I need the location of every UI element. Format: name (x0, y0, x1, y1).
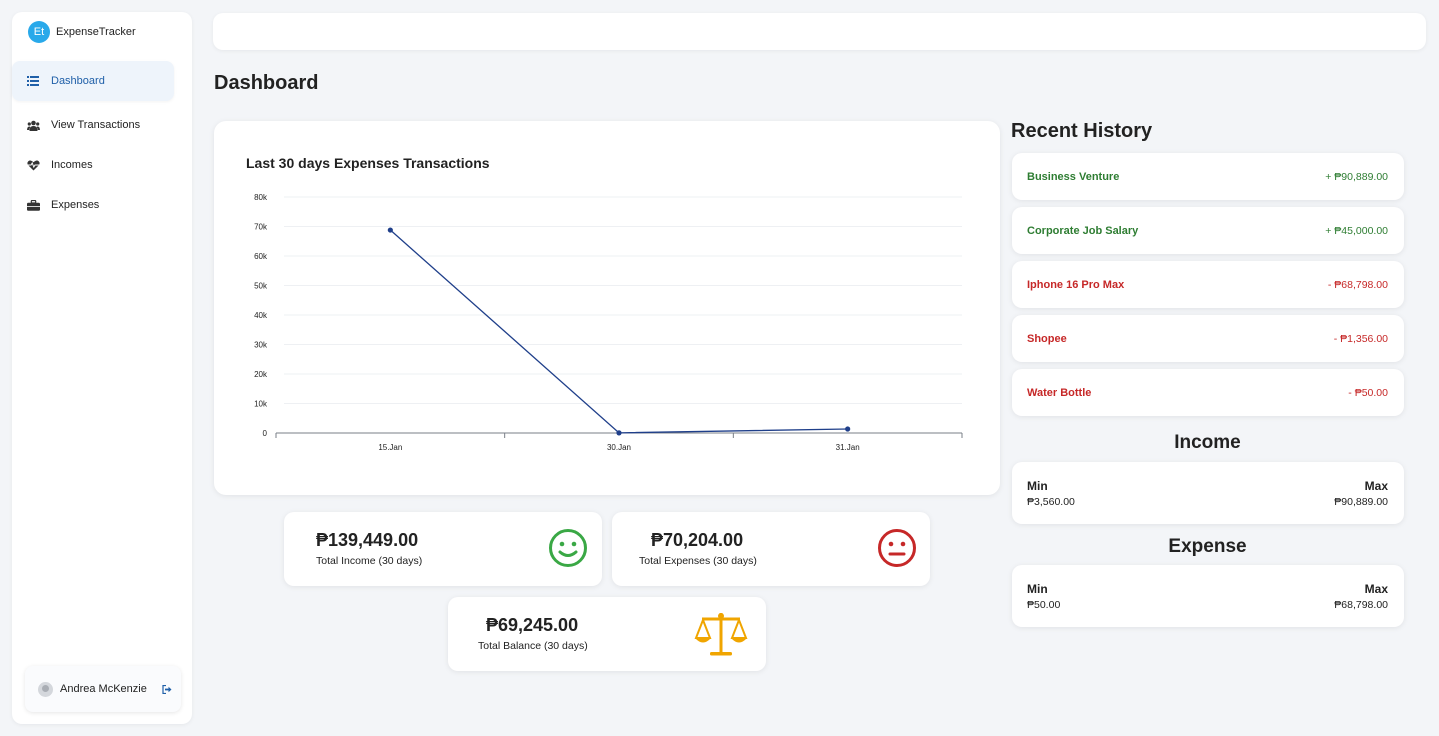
sidebar-item-label: Expenses (51, 199, 100, 211)
expense-min-value: ₱50.00 (1027, 599, 1061, 611)
top-bar (213, 13, 1426, 50)
history-item[interactable]: Business Venture + ₱90,889.00 (1012, 153, 1404, 200)
y-tick-label: 30k (254, 341, 268, 350)
series-line (389, 229, 848, 434)
y-tick-label: 20k (254, 370, 268, 379)
history-item-amount: - ₱1,356.00 (1333, 332, 1388, 345)
history-item-name: Shopee (1027, 332, 1067, 345)
total-expenses-label: Total Expenses (30 days) (639, 555, 757, 567)
sidebar-item-dashboard[interactable]: Dashboard (12, 61, 174, 101)
y-tick-label: 10k (254, 400, 268, 409)
history-item[interactable]: Water Bottle - ₱50.00 (1012, 369, 1404, 416)
history-item-amount: - ₱68,798.00 (1327, 278, 1388, 291)
brand-logo: Et (28, 21, 50, 43)
y-tick-label: 60k (254, 252, 268, 261)
history-item-amount: - ₱50.00 (1348, 386, 1388, 399)
sidebar-nav: Dashboard View Transactions Incomes Expe… (12, 60, 174, 225)
y-tick-label: 50k (254, 282, 268, 291)
users-icon (26, 118, 40, 132)
expense-range-card: Min ₱50.00 Max ₱68,798.00 (1012, 565, 1404, 627)
expenses-line-chart: 0 10k 20k 30k 40k 50k 60k 70k 80k 15.Jan 30.Jan 31.… (254, 193, 963, 452)
neutral-face-icon (877, 528, 917, 573)
expenses-chart-card: Last 30 days Expenses Transactions 0 10k 2… (214, 121, 1000, 495)
income-max-label: Max (1364, 479, 1388, 493)
history-item-amount: + ₱45,000.00 (1325, 224, 1388, 237)
income-range-title: Income (1174, 432, 1241, 453)
expense-max-label: Max (1364, 582, 1388, 596)
history-item-name: Iphone 16 Pro Max (1027, 278, 1125, 291)
total-income-value: ₱139,449.00 (316, 530, 419, 550)
recent-history-title: Recent History (1011, 120, 1153, 142)
user-name: Andrea McKenzie (60, 683, 147, 695)
income-max-value: ₱90,889.00 (1334, 496, 1388, 508)
user-card[interactable]: Andrea McKenzie (25, 666, 181, 712)
sign-out-icon[interactable] (162, 684, 172, 694)
y-tick-label: 40k (254, 311, 268, 320)
brand[interactable]: Et ExpenseTracker (28, 21, 136, 43)
avatar (38, 681, 53, 697)
income-min-value: ₱3,560.00 (1027, 496, 1075, 508)
sidebar-item-label: View Transactions (51, 119, 141, 131)
expense-max-value: ₱68,798.00 (1334, 599, 1388, 611)
total-expenses-value: ₱70,204.00 (651, 530, 744, 550)
expense-range-title: Expense (1168, 536, 1247, 557)
sidebar-item-label: Incomes (51, 159, 93, 171)
sidebar: Et ExpenseTracker Dashboard View Transac… (12, 12, 192, 724)
history-item[interactable]: Iphone 16 Pro Max - ₱68,798.00 (1012, 261, 1404, 308)
total-balance-value: ₱69,245.00 (486, 615, 579, 635)
y-tick-label: 0 (263, 429, 268, 438)
history-item-name: Corporate Job Salary (1027, 224, 1139, 237)
history-item-name: Business Venture (1027, 170, 1120, 183)
heartbeat-icon (26, 158, 40, 172)
history-item-name: Water Bottle (1027, 386, 1092, 399)
page-title: Dashboard (214, 72, 319, 94)
sidebar-item-label: Dashboard (51, 75, 105, 87)
y-tick-label: 80k (254, 193, 268, 202)
x-tick-label: 31.Jan (836, 443, 860, 452)
data-point (387, 227, 393, 233)
history-item[interactable]: Corporate Job Salary + ₱45,000.00 (1012, 207, 1404, 254)
total-income-label: Total Income (30 days) (316, 555, 423, 567)
total-income-card: ₱139,449.00 Total Income (30 days) (284, 512, 602, 586)
briefcase-icon (26, 198, 40, 212)
x-tick-label: 15.Jan (378, 443, 402, 452)
brand-name: ExpenseTracker (56, 26, 136, 38)
y-tick-label: 70k (254, 223, 268, 232)
data-point (616, 430, 622, 436)
total-balance-card: ₱69,245.00 Total Balance (30 days) (448, 597, 766, 671)
income-min-label: Min (1027, 479, 1048, 493)
total-balance-label: Total Balance (30 days) (478, 640, 588, 652)
total-expenses-card: ₱70,204.00 Total Expenses (30 days) (612, 512, 930, 586)
history-item[interactable]: Shopee - ₱1,356.00 (1012, 315, 1404, 362)
data-point (845, 426, 851, 432)
income-range-card: Min ₱3,560.00 Max ₱90,889.00 (1012, 462, 1404, 524)
history-item-amount: + ₱90,889.00 (1325, 170, 1388, 183)
expense-min-label: Min (1027, 582, 1048, 596)
list-icon (26, 74, 40, 88)
sidebar-item-incomes[interactable]: Incomes (12, 145, 174, 185)
sidebar-item-view-transactions[interactable]: View Transactions (12, 105, 174, 145)
smile-icon (548, 528, 588, 573)
balance-scale-icon (694, 611, 748, 662)
x-tick-label: 30.Jan (607, 443, 631, 452)
sidebar-item-expenses[interactable]: Expenses (12, 185, 174, 225)
